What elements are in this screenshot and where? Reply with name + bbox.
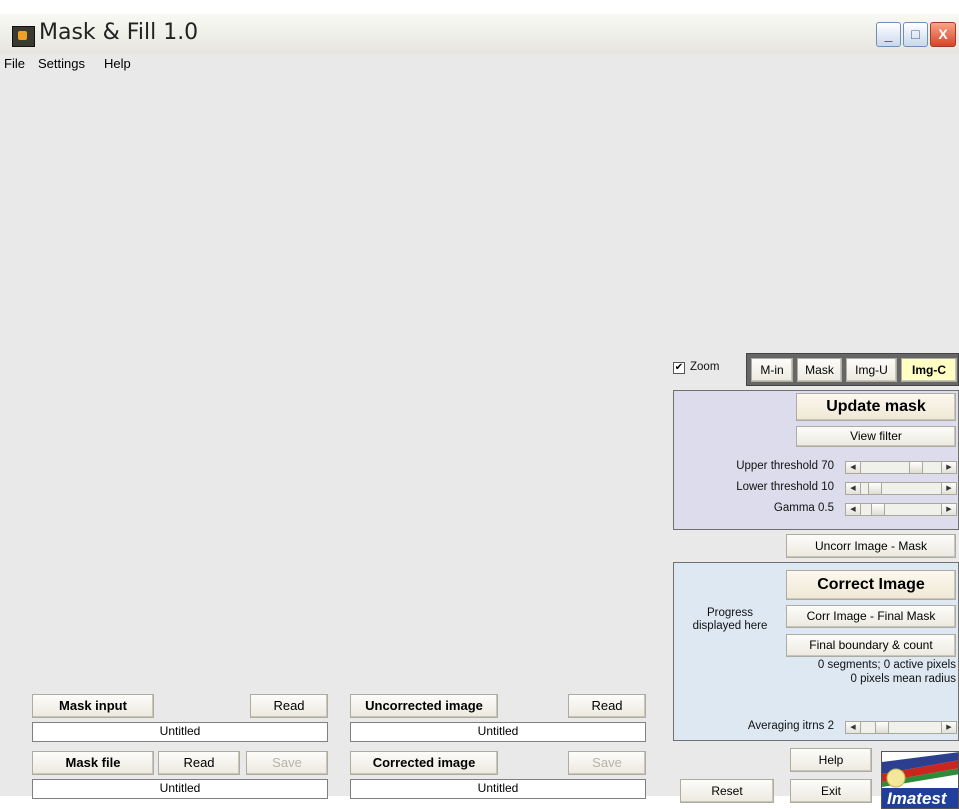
progress-label-line2: displayed here bbox=[692, 620, 768, 632]
averaging-slider[interactable]: ◀ ▶ bbox=[845, 721, 957, 734]
slider-thumb[interactable] bbox=[874, 722, 889, 733]
slider-right-arrow-icon[interactable]: ▶ bbox=[941, 483, 956, 494]
upper-threshold-label: Upper threshold 70 bbox=[736, 460, 834, 472]
menu-bar: File Settings Help bbox=[0, 54, 959, 74]
close-icon: X bbox=[938, 26, 948, 42]
correct-image-button[interactable]: Correct Image bbox=[786, 570, 956, 600]
app-icon bbox=[12, 26, 35, 47]
slider-left-arrow-icon[interactable]: ◀ bbox=[846, 504, 861, 515]
mask-input-button[interactable]: Mask input bbox=[32, 694, 154, 718]
slider-left-arrow-icon[interactable]: ◀ bbox=[846, 462, 861, 473]
reset-button[interactable]: Reset bbox=[680, 779, 774, 803]
uncorrected-read-button[interactable]: Read bbox=[568, 694, 646, 718]
slider-left-arrow-icon[interactable]: ◀ bbox=[846, 722, 861, 733]
slider-right-arrow-icon[interactable]: ▶ bbox=[941, 504, 956, 515]
maximize-icon: □ bbox=[911, 26, 920, 42]
view-m-in-button[interactable]: M-in bbox=[751, 358, 793, 382]
menu-help[interactable]: Help bbox=[104, 56, 131, 71]
corr-image-final-mask-button[interactable]: Corr Image - Final Mask bbox=[786, 605, 956, 628]
close-button[interactable]: X bbox=[930, 22, 956, 47]
mask-input-filename: Untitled bbox=[32, 722, 328, 742]
image-display-area bbox=[0, 74, 660, 674]
maximize-button[interactable]: □ bbox=[903, 22, 928, 47]
mask-file-read-button[interactable]: Read bbox=[158, 751, 240, 775]
mask-file-button[interactable]: Mask file bbox=[32, 751, 154, 775]
averaging-label: Averaging itrns 2 bbox=[747, 720, 834, 732]
slider-right-arrow-icon[interactable]: ▶ bbox=[941, 462, 956, 473]
corrected-image-button[interactable]: Corrected image bbox=[350, 751, 498, 775]
update-mask-button[interactable]: Update mask bbox=[796, 393, 956, 421]
exit-button[interactable]: Exit bbox=[790, 779, 872, 803]
final-boundary-count-button[interactable]: Final boundary & count bbox=[786, 634, 956, 657]
slider-right-arrow-icon[interactable]: ▶ bbox=[941, 722, 956, 733]
uncorr-image-mask-button[interactable]: Uncorr Image - Mask bbox=[786, 534, 956, 558]
corrected-save-button[interactable]: Save bbox=[568, 751, 646, 775]
zoom-checkbox[interactable]: ✔ bbox=[673, 362, 685, 374]
progress-label-line1: Progress bbox=[706, 607, 754, 619]
mask-file-filename: Untitled bbox=[32, 779, 328, 799]
help-button[interactable]: Help bbox=[790, 748, 872, 772]
slider-thumb[interactable] bbox=[908, 462, 923, 473]
zoom-label: Zoom bbox=[690, 361, 720, 373]
gamma-label: Gamma 0.5 bbox=[773, 502, 834, 514]
mask-file-save-button[interactable]: Save bbox=[246, 751, 328, 775]
lower-threshold-label: Lower threshold 10 bbox=[736, 481, 834, 493]
segments-status: 0 segments; 0 active pixels bbox=[817, 659, 956, 671]
uncorrected-image-button[interactable]: Uncorrected image bbox=[350, 694, 498, 718]
view-mask-button[interactable]: Mask bbox=[797, 358, 842, 382]
view-filter-button[interactable]: View filter bbox=[796, 426, 956, 447]
mask-input-read-button[interactable]: Read bbox=[250, 694, 328, 718]
uncorrected-filename: Untitled bbox=[350, 722, 646, 742]
window-title: Mask & Fill 1.0 bbox=[39, 20, 199, 45]
radius-status: 0 pixels mean radius bbox=[850, 673, 956, 685]
minimize-button[interactable]: _ bbox=[876, 22, 901, 47]
check-icon: ✔ bbox=[674, 362, 684, 373]
menu-file[interactable]: File bbox=[4, 56, 25, 71]
slider-thumb[interactable] bbox=[871, 504, 886, 515]
logo-text: Imatest bbox=[887, 789, 947, 808]
title-bar: Mask & Fill 1.0 _ □ X bbox=[0, 14, 959, 54]
view-img-u-button[interactable]: Img-U bbox=[846, 358, 897, 382]
upper-threshold-slider[interactable]: ◀ ▶ bbox=[845, 461, 957, 474]
gamma-slider[interactable]: ◀ ▶ bbox=[845, 503, 957, 516]
view-img-c-button[interactable]: Img-C bbox=[901, 358, 957, 382]
main-window: Mask & Fill 1.0 _ □ X File Settings Help… bbox=[0, 14, 959, 809]
corrected-filename: Untitled bbox=[350, 779, 646, 799]
menu-settings[interactable]: Settings bbox=[38, 56, 85, 71]
slider-thumb[interactable] bbox=[867, 483, 882, 494]
imatest-logo: Imatest bbox=[881, 751, 959, 809]
lower-threshold-slider[interactable]: ◀ ▶ bbox=[845, 482, 957, 495]
slider-left-arrow-icon[interactable]: ◀ bbox=[846, 483, 861, 494]
minimize-icon: _ bbox=[884, 26, 893, 42]
